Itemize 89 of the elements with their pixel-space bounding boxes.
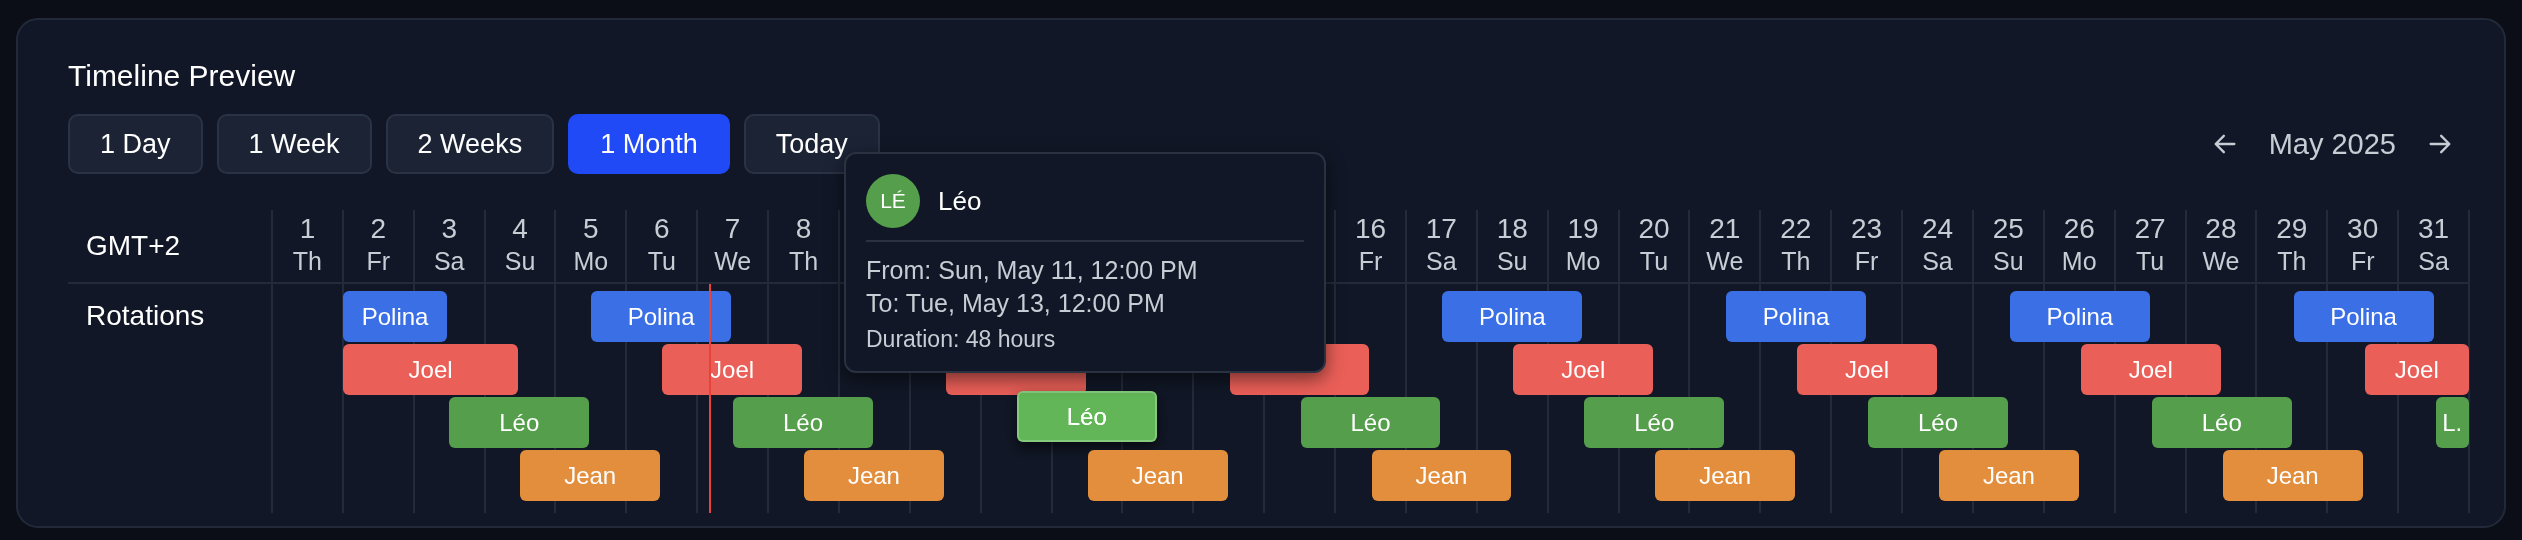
weekday-label: Sa [1426, 246, 1457, 276]
weekday-label: We [714, 246, 752, 276]
shift-bar[interactable]: Joel [1797, 344, 1937, 395]
shift-bar[interactable]: Jean [1938, 450, 2079, 501]
shift-bar[interactable]: Polina [2009, 291, 2150, 342]
shift-bar[interactable]: Jean [520, 450, 661, 501]
shift-bar[interactable]: L. [2435, 397, 2469, 448]
weekday-label: Sa [433, 246, 465, 276]
day-number: 3 [441, 212, 457, 246]
day-number: 18 [1496, 212, 1528, 246]
shift-bar[interactable]: Léo [2151, 397, 2292, 448]
day-number: 1 [299, 212, 316, 246]
day-number: 26 [2063, 212, 2095, 246]
weekday-label: Th [292, 246, 322, 276]
day-number: 4 [512, 212, 528, 246]
weekday-label: Tu [1639, 246, 1669, 276]
shift-bar[interactable]: Joel [662, 344, 802, 395]
day-number: 17 [1425, 212, 1457, 246]
shift-bar[interactable]: Polina [591, 291, 732, 342]
shift-bar[interactable]: Joel [342, 344, 519, 395]
day-number: 30 [2347, 212, 2379, 246]
shift-end: To: Tue, May 13, 12:00 PM [866, 288, 1166, 319]
day-number: 21 [1709, 212, 1741, 246]
day-number: 8 [795, 212, 812, 246]
day-number: 28 [2205, 212, 2237, 246]
day-number: 20 [1638, 212, 1670, 246]
shift-bar[interactable]: Polina [1442, 291, 1583, 342]
day-number: 7 [724, 212, 741, 246]
shift-bar[interactable]: Léo [449, 397, 590, 448]
view-button[interactable]: 2 Weeks [385, 114, 555, 174]
shift-bar[interactable]: Polina [1726, 291, 1867, 342]
shift-bar[interactable]: Léo [733, 397, 873, 448]
view-button[interactable]: 1 Day [68, 114, 203, 174]
day-number: 27 [2134, 212, 2166, 246]
day-number: 25 [1992, 212, 2024, 246]
day-number: 31 [2417, 212, 2450, 246]
shift-bar[interactable]: Polina [342, 291, 448, 342]
weekday-label: Mo [573, 246, 609, 276]
shift-bar[interactable]: Joel [2080, 344, 2221, 395]
weekday-label: Fr [1358, 246, 1383, 276]
shift-bar[interactable]: Jean [1655, 450, 1796, 501]
avatar: LÉ [866, 174, 920, 228]
weekday-label: Sa [2418, 246, 2449, 276]
day-number: 22 [1780, 212, 1812, 246]
view-button[interactable]: 1 Week [216, 114, 372, 174]
shift-bar[interactable]: Jean [1087, 450, 1228, 501]
weekday-label: Su [504, 246, 536, 276]
day-number: 29 [2276, 212, 2308, 246]
shift-bar[interactable]: Léo [1868, 397, 2008, 448]
shift-bar[interactable]: Léo [1016, 391, 1157, 442]
weekday-label: Fr [1854, 246, 1879, 276]
weekday-label: Th [2277, 246, 2307, 276]
day-number: 6 [654, 212, 670, 246]
day-number: 23 [1851, 212, 1883, 246]
row-label: Rotations [86, 300, 205, 332]
shift-bar[interactable]: Jean [804, 450, 944, 501]
weekday-label: We [2202, 246, 2240, 276]
shift-bar[interactable]: Jean [1371, 450, 1512, 501]
day-number: 5 [583, 212, 599, 246]
day-number: 24 [1921, 212, 1954, 246]
weekday-label: Fr [2350, 246, 2375, 276]
view-button[interactable]: Today [743, 114, 880, 174]
day-number: 2 [370, 212, 387, 246]
person-name: Léo [938, 185, 982, 217]
weekday-label: Su [1496, 246, 1528, 276]
shift-bar[interactable]: Léo [1300, 397, 1441, 448]
weekday-label: Th [1781, 246, 1811, 276]
view-button[interactable]: 1 Month [568, 114, 730, 174]
weekday-label: Fr [366, 246, 391, 276]
weekday-label: Sa [1922, 246, 1953, 276]
weekday-label: Su [1993, 246, 2024, 276]
timezone-label: GMT+2 [86, 230, 181, 262]
shift-bar[interactable]: Joel [1513, 344, 1654, 395]
weekday-label: We [1706, 246, 1744, 276]
period-label: May 2025 [2268, 127, 2396, 161]
shift-start: From: Sun, May 11, 12:00 PM [866, 255, 1199, 286]
weekday-label: Tu [647, 246, 676, 276]
weekday-label: Th [788, 246, 819, 276]
day-number: 16 [1354, 212, 1387, 246]
shift-bar[interactable]: Joel [2364, 344, 2469, 395]
shift-duration: Duration: 48 hours [866, 326, 1057, 353]
shift-bar[interactable]: Léo [1584, 397, 1725, 448]
weekday-label: Mo [2061, 246, 2097, 276]
panel-title: Timeline Preview [68, 58, 297, 94]
weekday-label: Mo [1565, 246, 1601, 276]
day-number: 19 [1567, 212, 1599, 246]
shift-bar[interactable]: Jean [2222, 450, 2363, 501]
shift-bar[interactable]: Polina [2293, 291, 2434, 342]
weekday-label: Tu [2135, 246, 2165, 276]
